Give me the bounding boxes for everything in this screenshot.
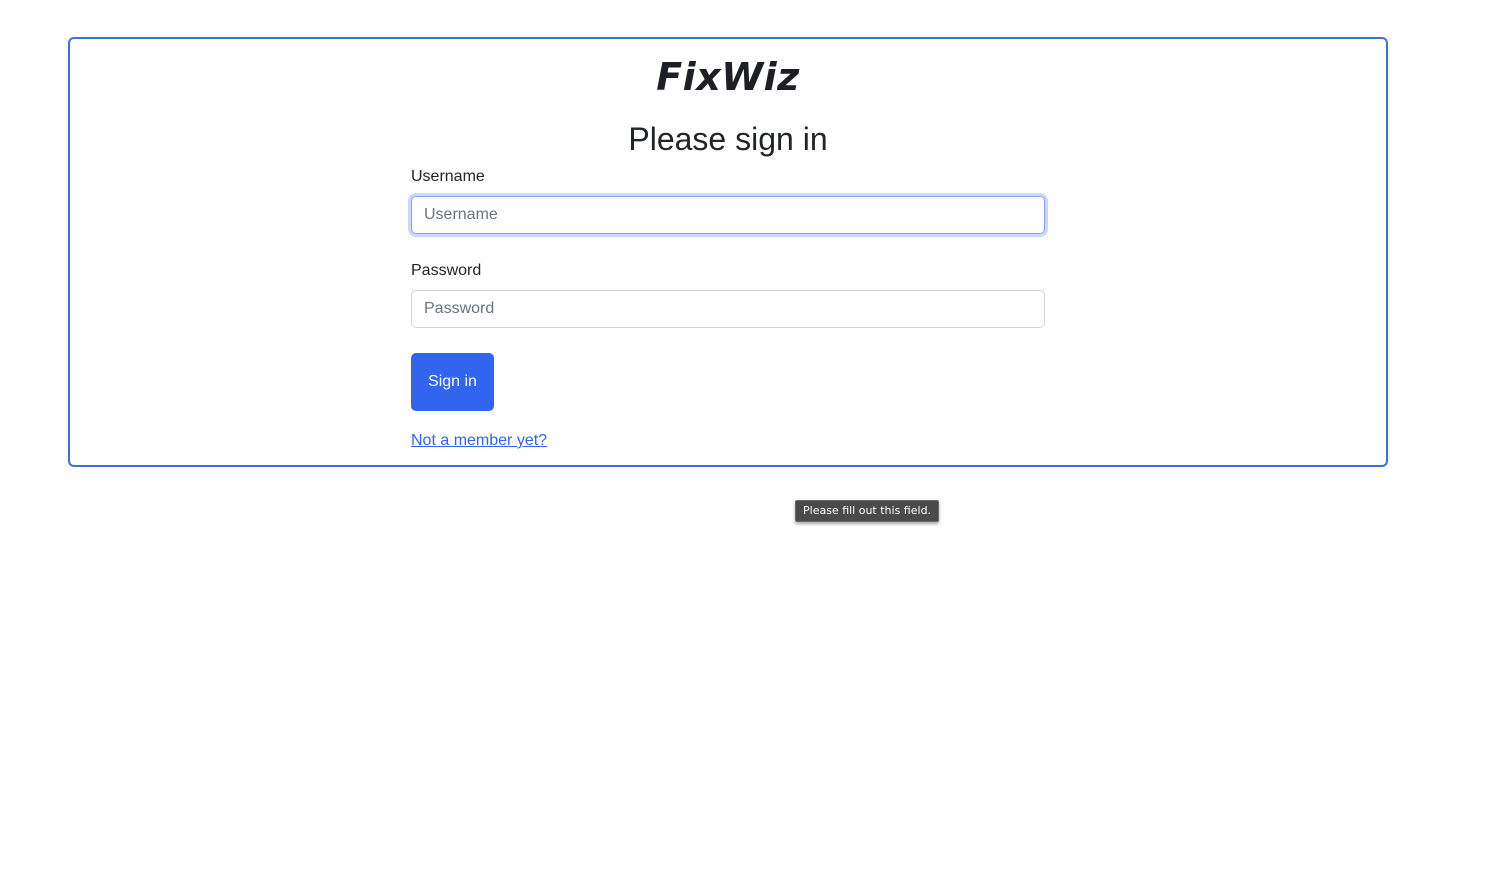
username-label: Username bbox=[411, 168, 485, 185]
login-card: FixWiz Please sign in Username Password … bbox=[68, 37, 1388, 467]
page-title: Please sign in bbox=[628, 121, 828, 157]
password-group: Password bbox=[411, 259, 1045, 328]
validation-tooltip: Please fill out this field. bbox=[795, 500, 940, 522]
signup-link[interactable]: Not a member yet? bbox=[411, 429, 547, 453]
username-input[interactable] bbox=[411, 196, 1045, 234]
password-label: Password bbox=[411, 262, 482, 279]
app-logo: FixWiz bbox=[656, 55, 800, 99]
username-group: Username bbox=[411, 165, 1045, 234]
password-input[interactable] bbox=[411, 290, 1045, 328]
sign-in-button[interactable]: Sign in bbox=[411, 353, 494, 411]
